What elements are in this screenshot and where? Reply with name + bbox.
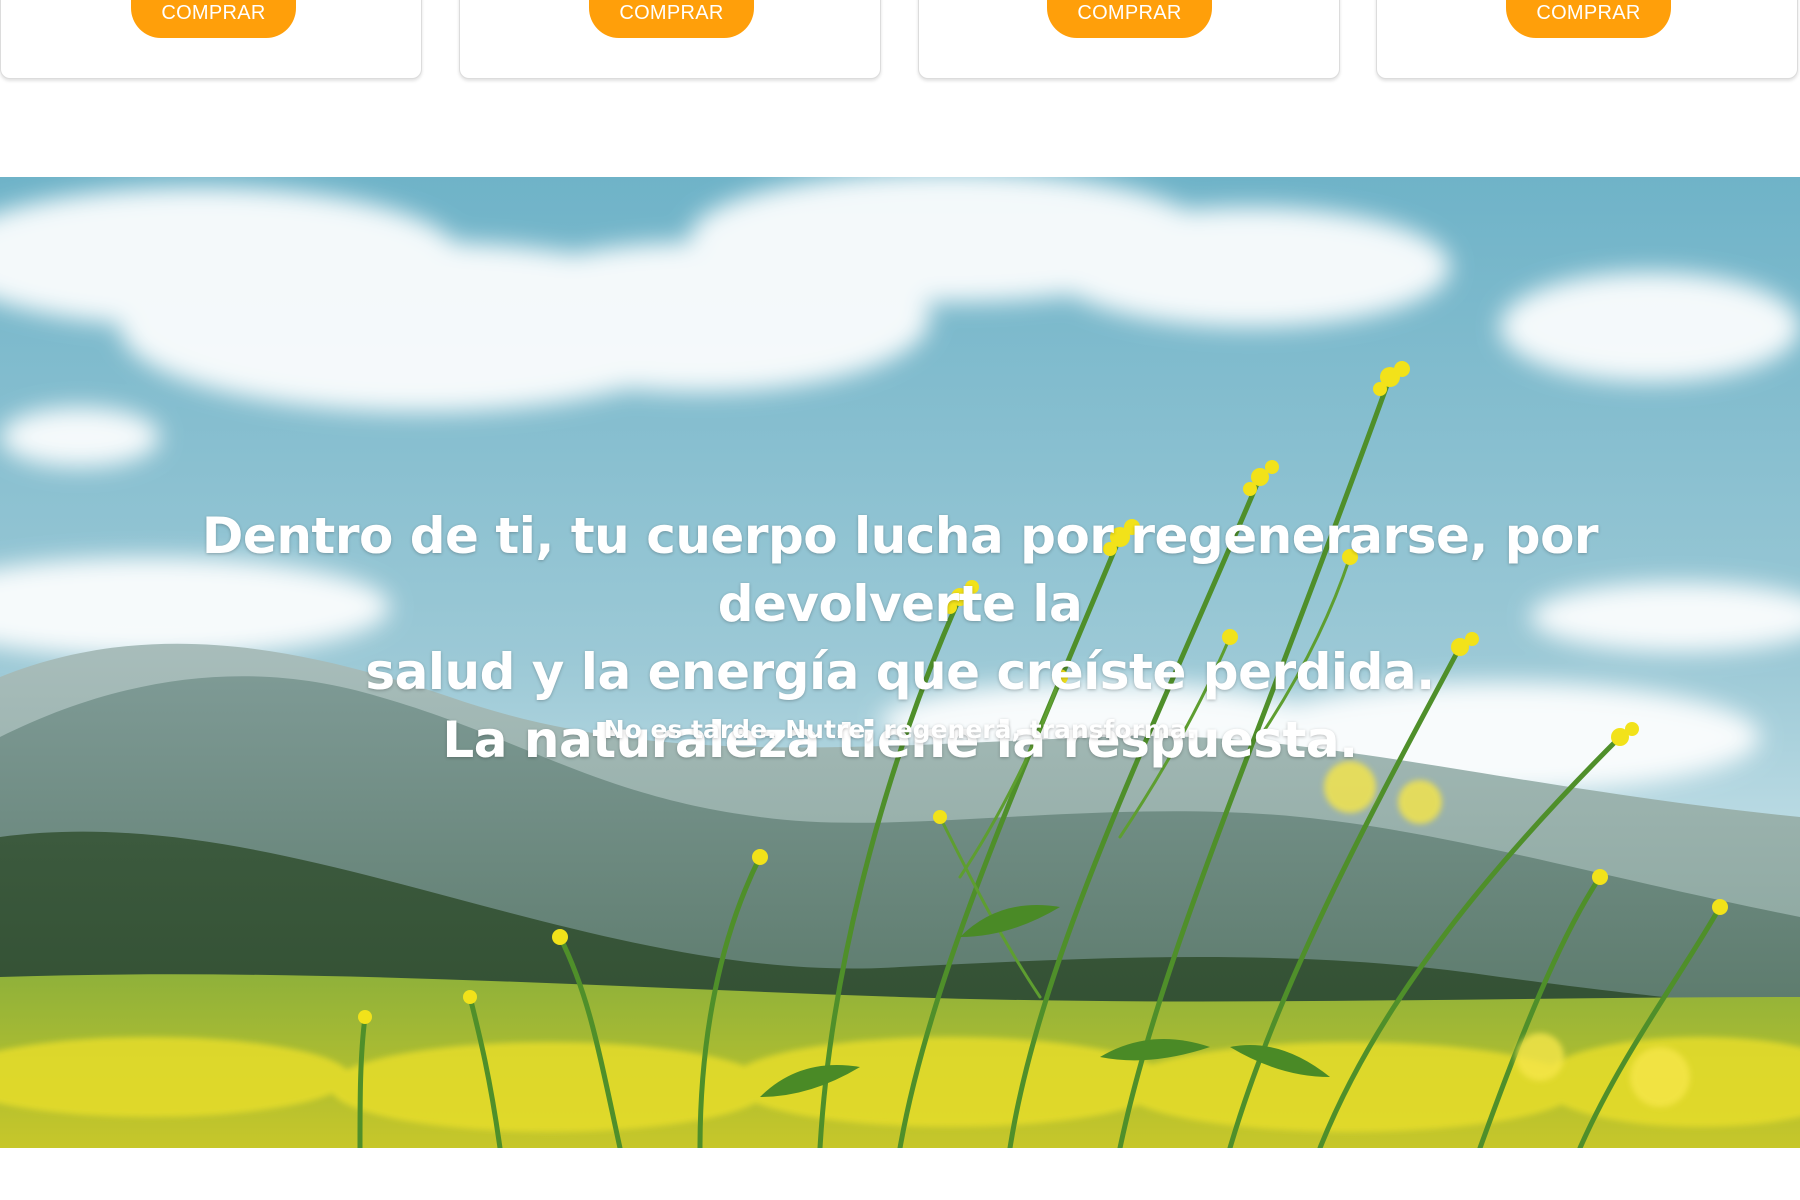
buy-button[interactable]: COMPRAR <box>1506 0 1671 38</box>
hero-banner: Dentro de ti, tu cuerpo lucha por regene… <box>0 177 1800 1148</box>
hero-headline-line: salud y la energía que creíste perdida. <box>365 643 1435 701</box>
buy-button[interactable]: COMPRAR <box>1047 0 1212 38</box>
product-card: COMPRAR <box>0 0 422 79</box>
hero-headline-line: Dentro de ti, tu cuerpo lucha por regene… <box>201 507 1599 633</box>
product-card: COMPRAR <box>1376 0 1798 79</box>
product-card: COMPRAR <box>918 0 1340 79</box>
buy-button[interactable]: COMPRAR <box>589 0 754 38</box>
product-card: COMPRAR <box>459 0 881 79</box>
hero-tagline: No es tarde. Nutre, regenera, transforma… <box>603 715 1197 744</box>
hero-text-overlay: Dentro de ti, tu cuerpo lucha por regene… <box>0 177 1800 1148</box>
buy-button[interactable]: COMPRAR <box>131 0 296 38</box>
